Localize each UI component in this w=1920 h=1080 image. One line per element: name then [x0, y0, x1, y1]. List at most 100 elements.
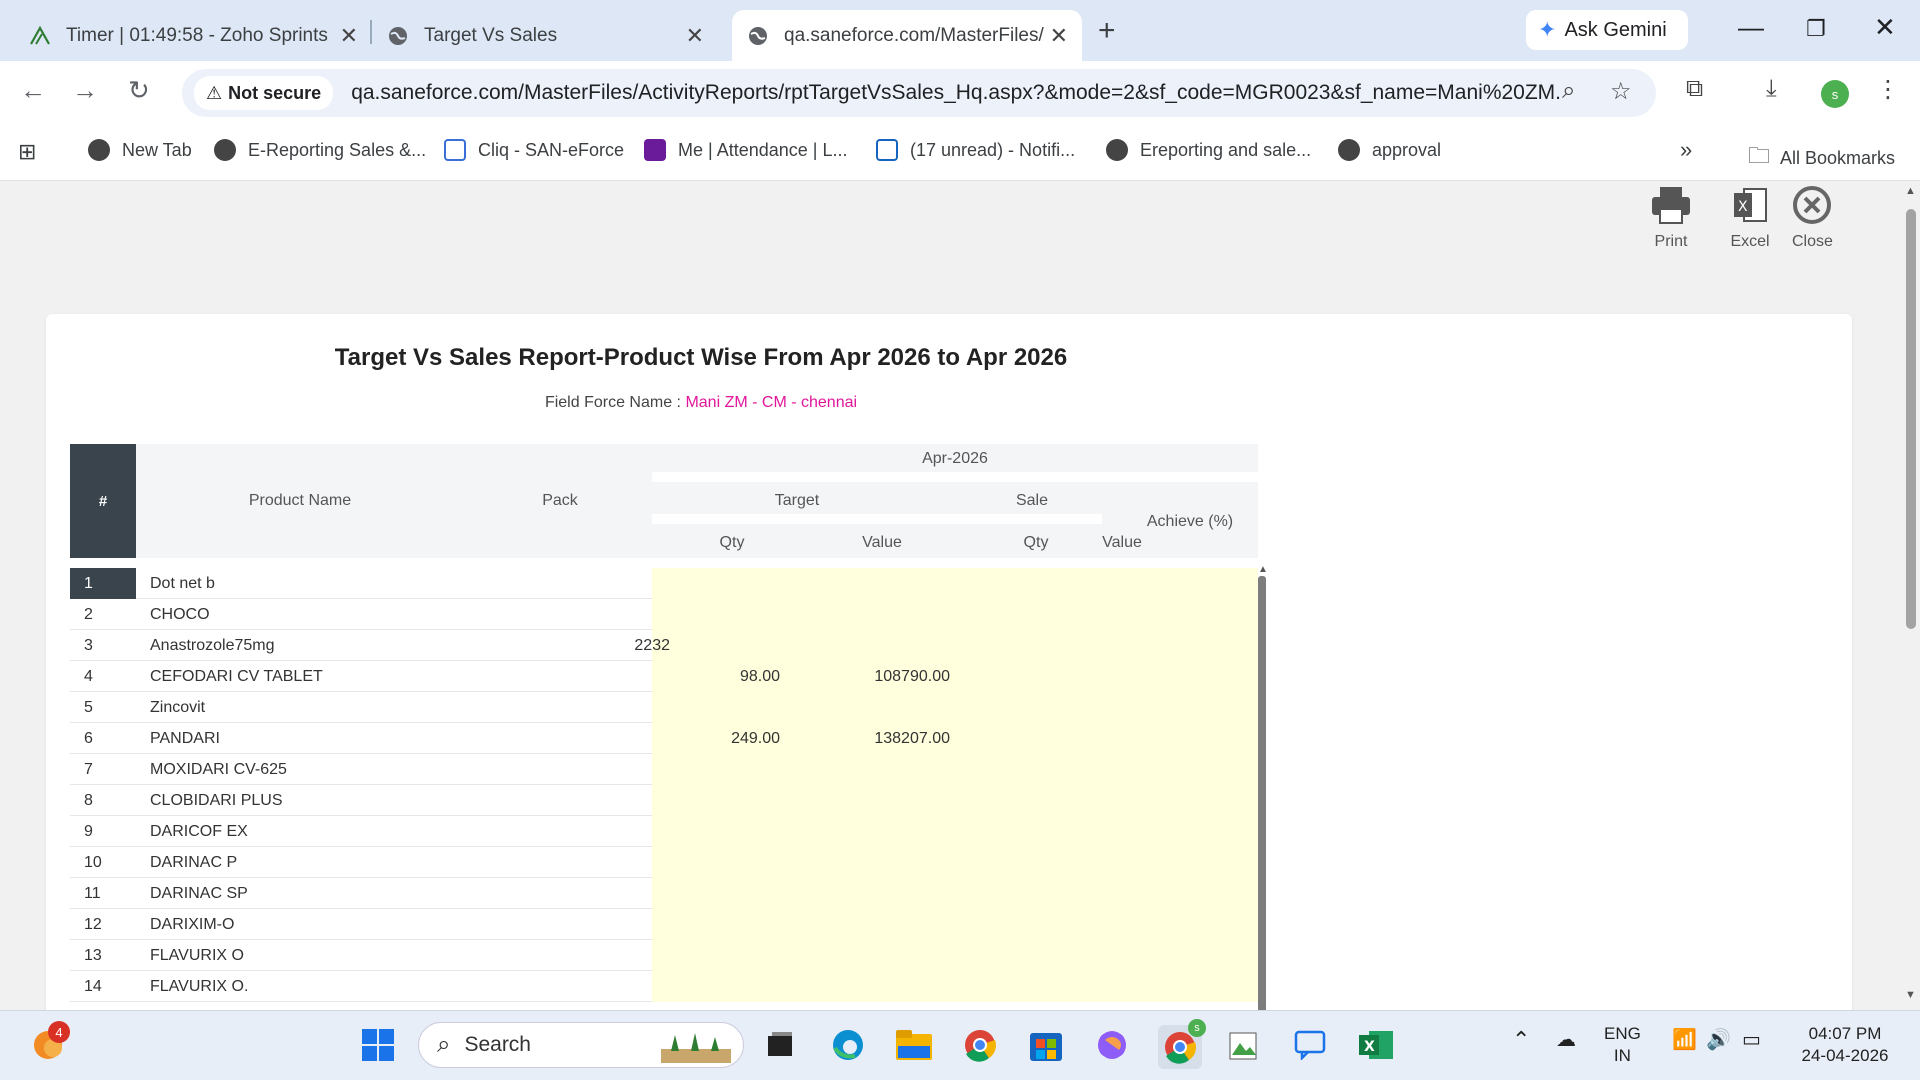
page-scrollbar-thumb[interactable]: [1906, 209, 1916, 629]
profile-avatar[interactable]: s: [1821, 80, 1849, 108]
edge-browser-icon[interactable]: [828, 1025, 868, 1065]
bookmark-cliq[interactable]: Cliq - SAN-eForce: [444, 139, 624, 161]
bookmark-approval[interactable]: approval: [1338, 139, 1441, 161]
table-row[interactable]: 13 FLAVURIX O: [70, 940, 1258, 971]
restore-window-icon[interactable]: ❐: [1806, 16, 1826, 42]
chrome-profile-badge: s: [1188, 1019, 1206, 1037]
show-hidden-icons-chevron[interactable]: ⌃: [1512, 1029, 1530, 1051]
product-name-cell: DARINAC SP: [150, 885, 248, 902]
back-arrow-icon[interactable]: ←: [20, 75, 46, 106]
close-button[interactable]: Close: [1792, 185, 1833, 251]
scroll-up-arrow[interactable]: ▲: [1905, 185, 1916, 197]
new-tab-button[interactable]: +: [1098, 14, 1116, 48]
ask-gemini-button[interactable]: ✦ Ask Gemini: [1526, 10, 1688, 50]
lens-search-icon[interactable]: ⧉: [1686, 75, 1703, 103]
table-row[interactable]: 11 DARINAC SP: [70, 878, 1258, 909]
not-secure-chip[interactable]: ⚠ Not secure: [194, 76, 334, 110]
taskbar-search[interactable]: ⌕ Search: [418, 1022, 744, 1068]
table-row[interactable]: 1 Dot net b: [70, 568, 1258, 599]
table-scrollbar-thumb[interactable]: [1258, 576, 1266, 1010]
bookmark-star-icon[interactable]: ☆: [1610, 77, 1632, 106]
excel-button[interactable]: X Excel: [1730, 185, 1770, 251]
apps-grid-icon[interactable]: ⊞: [18, 139, 36, 165]
target-value-cell: 138207.00: [874, 730, 950, 747]
row-index: 11: [84, 885, 101, 902]
target-sale-cells: [652, 568, 1258, 599]
row-index: 6: [84, 730, 93, 747]
volume-icon[interactable]: 🔊: [1706, 1029, 1731, 1051]
file-explorer-icon[interactable]: [894, 1025, 934, 1065]
header-divider: [652, 514, 1102, 524]
address-bar[interactable]: ⚠ Not secure qa.saneforce.com/MasterFile…: [182, 69, 1656, 117]
cloud-offline-icon[interactable]: ☁: [1556, 1029, 1576, 1051]
svg-text:X: X: [1738, 199, 1748, 215]
language-indicator[interactable]: ENG IN: [1604, 1023, 1641, 1067]
language-region: IN: [1613, 1046, 1631, 1065]
bookmark-ereporting-sale[interactable]: Ereporting and sale...: [1106, 139, 1311, 161]
target-qty-cell: 98.00: [739, 668, 780, 685]
wifi-icon[interactable]: 📶: [1672, 1029, 1697, 1051]
table-scroll-up-arrow[interactable]: ▲: [1258, 564, 1268, 575]
table-row[interactable]: 5 Zincovit: [70, 692, 1258, 723]
scroll-down-arrow[interactable]: ▼: [1905, 989, 1916, 1001]
tab-target-vs-sales[interactable]: Target Vs Sales ✕: [372, 10, 718, 61]
excel-app-icon[interactable]: X: [1356, 1025, 1396, 1065]
target-sale-cells: [652, 940, 1258, 971]
report-card: Target Vs Sales Report-Product Wise From…: [46, 314, 1852, 1010]
table-row[interactable]: 8 CLOBIDARI PLUS: [70, 785, 1258, 816]
product-name-cell: FLAVURIX O: [150, 947, 244, 964]
bookmark-notifications[interactable]: (17 unread) - Notifi...: [876, 139, 1075, 161]
tab-zoho-sprints[interactable]: Timer | 01:49:58 - Zoho Sprints ✕: [14, 10, 372, 61]
table-row[interactable]: 3 Anastrozole75mg 2232: [70, 630, 1258, 661]
chat-feedback-icon[interactable]: [1290, 1025, 1330, 1065]
close-tab-icon[interactable]: ✕: [686, 23, 704, 49]
product-name-cell: DARICOF EX: [150, 823, 248, 840]
globe-icon: [1338, 139, 1360, 161]
target-sale-cells: [652, 878, 1258, 909]
clock[interactable]: 04:07 PM 24-04-2026: [1790, 1023, 1900, 1067]
row-index: 9: [84, 823, 93, 840]
table-row[interactable]: 9 DARICOF EX: [70, 816, 1258, 847]
row-index: 5: [84, 699, 93, 716]
microsoft-store-icon[interactable]: [1026, 1025, 1066, 1065]
reload-icon[interactable]: ↻: [128, 75, 150, 106]
minimize-window-icon[interactable]: —: [1738, 12, 1764, 43]
table-row[interactable]: 4 CEFODARI CV TABLET 98.00 108790.00: [70, 661, 1258, 692]
chrome-icon[interactable]: [960, 1025, 1000, 1065]
table-row[interactable]: 10 DARINAC P: [70, 847, 1258, 878]
battery-icon[interactable]: ▭: [1742, 1029, 1761, 1051]
table-row[interactable]: 14 FLAVURIX O.: [70, 971, 1258, 1002]
table-row[interactable]: 6 PANDARI 249.00 138207.00: [70, 723, 1258, 754]
close-tab-icon[interactable]: ✕: [340, 23, 358, 49]
all-bookmarks-folder[interactable]: 🗀 All Bookmarks: [1748, 139, 1895, 177]
bookmark-new-tab[interactable]: New Tab: [88, 139, 192, 161]
page-scrollbar[interactable]: ▲ ▼: [1902, 181, 1920, 1010]
header-target-qty: Qty: [719, 534, 745, 551]
zoom-magnifier-icon[interactable]: ⌕: [1562, 77, 1575, 105]
bookmark-e-reporting[interactable]: E-Reporting Sales &...: [214, 139, 426, 161]
table-row[interactable]: 7 MOXIDARI CV-625: [70, 754, 1258, 785]
header-month: Apr-2026: [922, 450, 988, 467]
forward-arrow-icon[interactable]: →: [72, 75, 98, 106]
copilot-icon[interactable]: [1092, 1025, 1132, 1065]
more-menu-icon[interactable]: ⋮: [1876, 75, 1900, 104]
globe-icon: [746, 24, 770, 48]
tab-qa-saneforce-active[interactable]: qa.saneforce.com/MasterFiles/A ✕: [732, 10, 1082, 61]
download-icon[interactable]: ⤓: [1766, 75, 1777, 103]
table-row[interactable]: 12 DARIXIM-O: [70, 909, 1258, 940]
url-text[interactable]: qa.saneforce.com/MasterFiles/ActivityRep…: [351, 81, 1561, 105]
chrome-profile-running-icon[interactable]: s: [1158, 1019, 1206, 1069]
windows-start-icon[interactable]: [358, 1025, 398, 1065]
product-name-cell: CEFODARI CV TABLET: [150, 668, 323, 685]
more-bookmarks-chevron[interactable]: »: [1680, 137, 1692, 163]
bookmark-attendance[interactable]: Me | Attendance | L...: [644, 139, 847, 161]
image-editor-icon[interactable]: [1224, 1025, 1264, 1065]
close-window-icon[interactable]: ✕: [1874, 12, 1896, 43]
field-force-label: Field Force Name :: [544, 394, 681, 411]
print-button[interactable]: Print: [1650, 185, 1692, 251]
row-index: 12: [84, 916, 102, 933]
row-index: 8: [84, 792, 93, 809]
task-view-icon[interactable]: [760, 1025, 800, 1065]
close-tab-icon[interactable]: ✕: [1050, 23, 1068, 49]
table-row[interactable]: 2 CHOCO: [70, 599, 1258, 630]
